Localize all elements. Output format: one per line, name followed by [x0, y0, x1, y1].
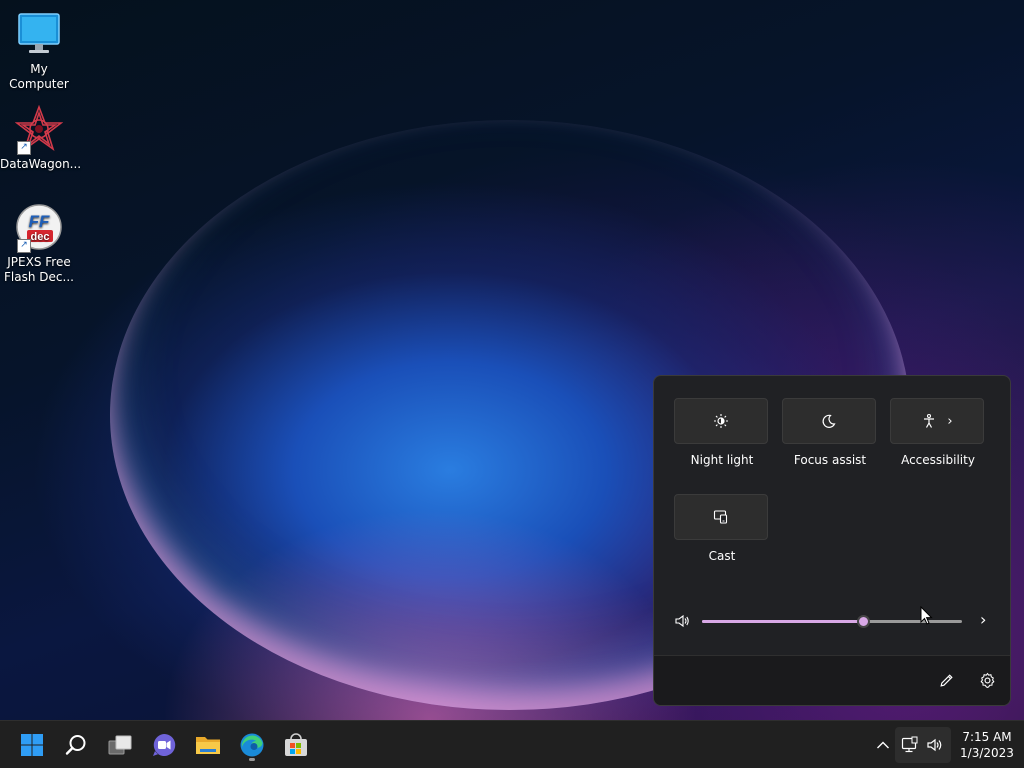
desktop-icon-datawagon[interactable]: ↗ DataWagon... — [0, 104, 82, 172]
datawagon-app-icon: ↗ — [14, 104, 64, 155]
mouse-cursor-icon — [920, 606, 933, 625]
flyout-footer — [654, 655, 1010, 705]
taskbar-file-explorer-button[interactable] — [189, 727, 227, 763]
tile-night-light[interactable]: Night light — [674, 398, 770, 467]
taskbar: 7:15 AM 1/3/2023 — [0, 720, 1024, 768]
tile-label: Cast — [708, 549, 736, 563]
pencil-icon[interactable] — [938, 672, 955, 689]
taskbar-task-view-button[interactable] — [101, 727, 139, 763]
taskbar-search-button[interactable] — [57, 727, 95, 763]
desktop-icon-my-computer[interactable]: My Computer — [0, 10, 78, 92]
clock-time: 7:15 AM — [962, 730, 1012, 744]
store-icon — [285, 733, 307, 756]
chevron-up-icon — [877, 741, 889, 749]
clock-date: 1/3/2023 — [960, 746, 1014, 760]
brightness-icon — [714, 414, 728, 428]
tile-focus-assist[interactable]: Focus assist — [782, 398, 878, 467]
moon-icon — [822, 414, 836, 428]
quick-settings-flyout: Night light Focus assist › Accessibility — [653, 375, 1011, 706]
volume-slider-thumb[interactable] — [857, 615, 871, 628]
taskbar-clock[interactable]: 7:15 AM 1/3/2023 — [958, 729, 1016, 761]
tile-label: Focus assist — [793, 453, 867, 467]
monitor-icon — [15, 10, 63, 58]
desktop-icon-label-line2: Flash Dec... — [4, 270, 74, 284]
folder-icon — [196, 737, 220, 754]
volume-icon — [927, 738, 942, 752]
taskbar-chat-button[interactable] — [145, 727, 183, 763]
taskbar-edge-button[interactable] — [233, 727, 271, 763]
shortcut-arrow-icon: ↗ — [17, 141, 31, 155]
taskbar-store-button[interactable] — [277, 727, 315, 763]
desktop-icon-jpexs[interactable]: FF dec ↗ JPEXS Free Flash Dec... — [0, 203, 78, 285]
ffdec-logo-ff: FF — [29, 212, 50, 231]
night-light-button[interactable] — [674, 398, 768, 444]
tray-overflow-button[interactable] — [872, 727, 894, 763]
speaker-icon[interactable] — [674, 613, 690, 629]
tile-label: Accessibility — [901, 453, 975, 467]
tray-quick-settings-button[interactable] — [895, 727, 951, 763]
windows-start-icon — [21, 734, 43, 756]
chevron-right-icon[interactable]: › — [980, 610, 986, 629]
volume-row: › — [674, 610, 992, 632]
accessibility-icon — [924, 413, 935, 428]
cast-button[interactable] — [674, 494, 768, 540]
desktop-icon-label: My Computer — [9, 62, 69, 91]
accessibility-button[interactable]: › — [890, 398, 984, 444]
ffdec-app-icon: FF dec ↗ — [15, 203, 63, 253]
shortcut-arrow-icon: ↗ — [17, 239, 31, 253]
gear-icon[interactable] — [979, 672, 996, 689]
tile-label: Night light — [690, 453, 754, 467]
taskbar-start-button[interactable] — [13, 727, 51, 763]
ffdec-logo-dec: dec — [31, 231, 50, 243]
search-icon — [65, 735, 86, 755]
volume-slider-fill — [702, 620, 864, 623]
cast-icon — [713, 510, 728, 524]
edge-icon — [240, 733, 264, 757]
tile-accessibility[interactable]: › Accessibility — [890, 398, 986, 467]
desktop-icon-label-line1: JPEXS Free — [7, 255, 71, 269]
chat-icon — [153, 733, 176, 756]
tile-cast[interactable]: Cast — [674, 494, 770, 563]
chevron-right-icon: › — [947, 413, 953, 429]
focus-assist-button[interactable] — [782, 398, 876, 444]
desktop-icon-label: DataWagon... — [0, 157, 82, 171]
network-icon — [901, 736, 918, 753]
task-view-icon — [108, 735, 132, 755]
running-indicator — [249, 758, 255, 761]
